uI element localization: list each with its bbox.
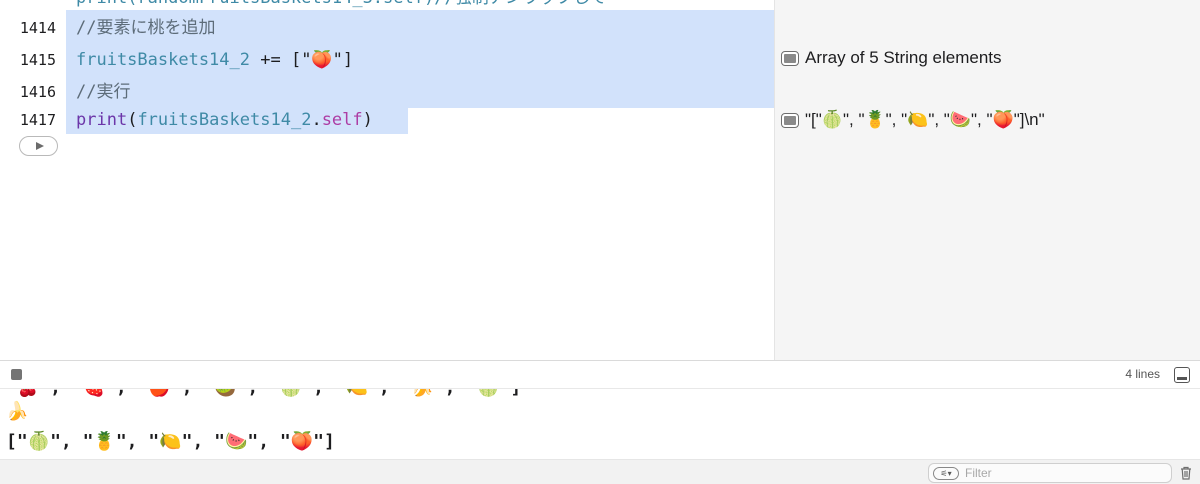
console-filter-bar: ⚟▾ [0,459,1200,484]
quick-look-icon[interactable] [781,112,799,128]
code-string: "🍑" [301,50,343,70]
filter-field[interactable]: ⚟▾ [928,463,1172,483]
trash-icon[interactable] [1180,466,1192,480]
console-output: "🍒", "🍓", "🍎", "🥝", "🍈", "🍋", "🍌", "🍈"] … [0,389,1200,459]
code-comment: //要素に桃を追加 [76,18,216,38]
stop-icon[interactable] [11,369,22,380]
filter-input[interactable] [965,466,1155,480]
toggle-console-icon[interactable] [1174,367,1190,383]
results-sidebar: Array of 5 String elements "["🍈", "🍍", "… [774,0,1200,360]
result-text: "["🍈", "🍍", "🍋", "🍉", "🍑"]\n" [805,110,1045,129]
console-line: 🍌 [6,401,29,422]
code-line[interactable]: 1414 //要素に桃を追加 [0,12,774,44]
code-line[interactable]: 1415 fruitsBaskets14_2 += ["🍑"] [0,44,774,76]
code-keyword: self [321,110,363,130]
result-row[interactable]: "["🍈", "🍍", "🍋", "🍉", "🍑"]\n" [781,108,1045,132]
run-button[interactable] [19,136,58,156]
code-bracket: ] [342,50,354,70]
line-number: 1414 [19,19,56,37]
line-number: 1415 [19,51,56,69]
lines-count: 4 lines [1125,367,1160,381]
code-line[interactable]: 1417 print(fruitsBaskets14_2.self) [0,104,774,136]
result-row[interactable]: Array of 5 String elements [781,46,1002,70]
code-variable: fruitsBaskets14_2 [137,110,312,130]
result-text: Array of 5 String elements [805,48,1002,67]
filter-icon[interactable]: ⚟▾ [933,466,959,480]
code-variable: fruitsBaskets14_2 [76,50,250,70]
code-operator: += [ [250,50,302,70]
console-line-partial: "🍒", "🍓", "🍎", "🥝", "🍈", "🍋", "🍌", "🍈"] [6,389,521,398]
quick-look-icon[interactable] [781,50,799,66]
code-paren: ) [362,110,373,130]
code-function: print [76,110,128,130]
play-icon [36,142,44,150]
code-dot: . [311,110,322,130]
code-paren: ( [127,110,138,130]
code-editor[interactable]: print(randomFruitsBaskets14_3.self)//強制ア… [0,0,774,360]
debug-bar: 4 lines [0,360,1200,389]
line-number: 1417 [19,111,56,129]
console-line: ["🍈", "🍍", "🍋", "🍉", "🍑"] [6,431,335,452]
